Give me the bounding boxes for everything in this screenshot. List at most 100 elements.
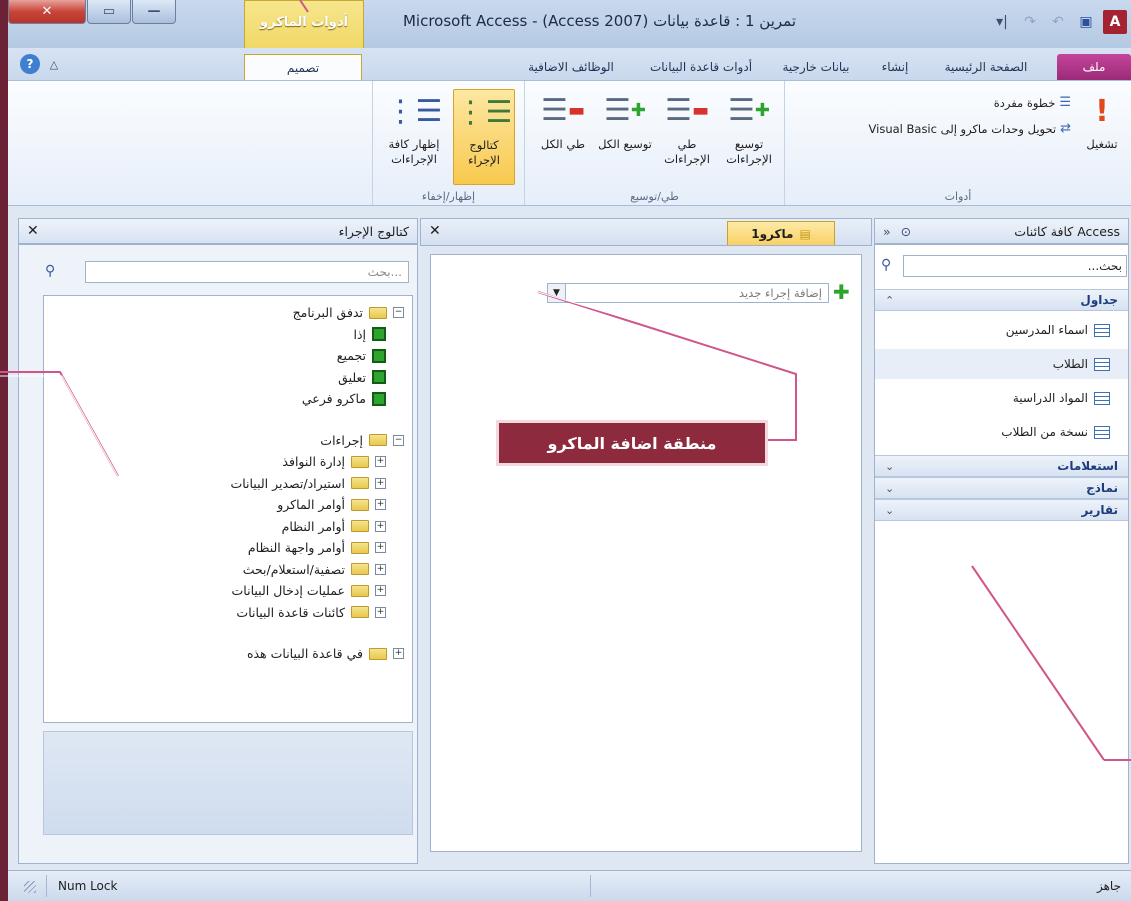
tree-node-label: أوامر واجهة النظام: [247, 540, 345, 556]
expand-icon[interactable]: +: [375, 563, 386, 575]
nav-search-icon[interactable]: ⚲: [881, 257, 891, 273]
action-icon: [372, 391, 386, 406]
nav-item-students-copy-table[interactable]: نسخة من الطلاب: [875, 417, 1128, 447]
tree-node-macro-commands[interactable]: + أوامر الماكرو: [52, 494, 404, 516]
tree-item-if[interactable]: إذا: [52, 324, 404, 346]
single-step-button[interactable]: ☰ خطوة مفردة: [994, 95, 1071, 110]
table-icon: [1094, 425, 1110, 439]
shutter-bar-icon[interactable]: »: [883, 224, 891, 239]
tree-item-group[interactable]: تجميع: [52, 345, 404, 367]
nav-group-tables[interactable]: جداول ⌃: [875, 289, 1128, 311]
redo-icon[interactable]: ↷: [1019, 11, 1041, 33]
add-new-action-combobox[interactable]: إضافة إجراء جديد ▼: [547, 283, 829, 303]
tree-item-comment[interactable]: تعليق: [52, 367, 404, 389]
tree-node-program-flow[interactable]: − تدفق البرنامج: [52, 302, 404, 324]
ribbon: ! تشغيل ☰ خطوة مفردة ⇄ تحويل وحدات ماكرو…: [8, 80, 1131, 206]
status-ready-text: جاهز: [1096, 879, 1121, 893]
expand-actions-button[interactable]: ☰ ✚ توسيع الإجراءات: [721, 89, 777, 185]
collapse-all-button[interactable]: ☰ ▬ طي الكل: [535, 89, 591, 185]
collapse-actions-button[interactable]: ☰ ▬ طي الإجراءات: [659, 89, 715, 185]
table-icon: [1094, 323, 1110, 337]
group-collapse-expand: ☰ ✚ توسيع الإجراءات ☰ ▬ طي الإجراءات ☰ ✚ تو…: [524, 81, 784, 205]
expand-icon[interactable]: +: [375, 585, 386, 597]
tree-node-actions[interactable]: − إجراءات: [52, 430, 404, 452]
run-button[interactable]: ! تشغيل: [1079, 89, 1125, 185]
tab-macro1[interactable]: ▤ ماكرو1: [727, 221, 835, 245]
nav-group-queries[interactable]: استعلامات ⌄: [875, 455, 1128, 477]
convert-label: تحويل وحدات ماكرو إلى Visual Basic: [868, 121, 1057, 136]
tree-node-label: إدارة النوافذ: [282, 454, 345, 470]
run-label: تشغيل: [1086, 137, 1118, 151]
macro-editor-pane: ✕ ▤ ماكرو1 ✚ إضافة إجراء جديد ▼: [420, 218, 872, 864]
ribbon-minimize-icon[interactable]: △: [44, 54, 64, 74]
qat-customize-icon[interactable]: ▾|: [991, 11, 1013, 33]
nav-group-reports[interactable]: تقارير ⌄: [875, 499, 1128, 521]
collapse-all-label: طي الكل: [540, 137, 586, 151]
catalog-search-icon[interactable]: ⚲: [45, 263, 55, 279]
nav-header-controls: » ⊙: [883, 224, 911, 239]
show-all-actions-button[interactable]: ⋮☰ إظهار كافة الإجراءات: [381, 89, 447, 185]
tree-node-ui-commands[interactable]: + أوامر واجهة النظام: [52, 537, 404, 559]
nav-title: كافة كائنات Access: [1014, 223, 1120, 239]
tab-design[interactable]: تصميم: [244, 54, 362, 80]
nav-item-subjects-table[interactable]: المواد الدراسية: [875, 383, 1128, 413]
save-icon[interactable]: ▣: [1075, 11, 1097, 33]
nav-item-label: الطلاب: [1052, 357, 1088, 371]
nav-menu-icon[interactable]: ⊙: [901, 224, 911, 239]
chevron-down-icon: ⌄: [885, 503, 895, 517]
tab-home[interactable]: الصفحة الرئيسية: [931, 54, 1041, 80]
nav-item-teachers-table[interactable]: اسماء المدرسين: [875, 315, 1128, 345]
expand-all-button[interactable]: ☰ ✚ توسيع الكل: [597, 89, 653, 185]
tree-node-filter-query-search[interactable]: + تصفية/استعلام/بحث: [52, 559, 404, 581]
close-document-icon[interactable]: ✕: [429, 223, 441, 239]
expand-icon[interactable]: +: [375, 477, 386, 489]
tree-item-label: تجميع: [336, 348, 366, 364]
action-catalog-button[interactable]: ⋮☰ كتالوج الإجراء: [453, 89, 515, 185]
catalog-close-icon[interactable]: ✕: [27, 223, 39, 239]
collapse-icon[interactable]: −: [393, 434, 404, 446]
tab-external-data[interactable]: بيانات خارجية: [771, 54, 861, 80]
tab-file[interactable]: ملف: [1057, 54, 1131, 80]
nav-group-forms[interactable]: نماذج ⌄: [875, 477, 1128, 499]
folder-icon: [369, 434, 387, 447]
resize-grip-icon[interactable]: [24, 881, 36, 893]
tree-item-submacro[interactable]: ماكرو فرعي: [52, 388, 404, 410]
nav-group-label: نماذج: [1086, 481, 1118, 495]
catalog-tree: − تدفق البرنامج إذا تجميع تعليق ماكرو فر…: [43, 295, 413, 723]
tree-node-system-commands[interactable]: + أوامر النظام: [52, 516, 404, 538]
help-icon[interactable]: ?: [20, 54, 40, 74]
tab-create[interactable]: إنشاء: [867, 54, 923, 80]
expand-icon[interactable]: +: [375, 542, 386, 554]
nav-search-input[interactable]: بحث...: [903, 255, 1127, 277]
tree-node-data-entry[interactable]: + عمليات إدخال البيانات: [52, 580, 404, 602]
tab-add-ins[interactable]: الوظائف الاضافية: [511, 54, 631, 80]
tree-node-in-this-database[interactable]: + في قاعدة البيانات هذه: [52, 643, 404, 665]
macro-design-area[interactable]: ✚ إضافة إجراء جديد ▼: [430, 254, 862, 852]
access-logo-icon[interactable]: A: [1103, 10, 1127, 34]
nav-item-students-table[interactable]: الطلاب: [875, 349, 1128, 379]
folder-icon: [351, 563, 369, 576]
tab-database-tools[interactable]: أدوات قاعدة البيانات: [641, 54, 761, 80]
add-action-plus-icon: ✚: [833, 280, 850, 304]
expand-icon[interactable]: +: [375, 606, 386, 618]
tree-node-label: أوامر النظام: [281, 518, 345, 534]
nav-header[interactable]: » ⊙ كافة كائنات Access: [874, 218, 1129, 244]
chevron-down-icon[interactable]: ▼: [548, 284, 566, 302]
expand-icon[interactable]: +: [375, 456, 386, 468]
expand-all-icon: ☰ ✚: [604, 93, 646, 128]
undo-icon[interactable]: ↶: [1047, 11, 1069, 33]
add-action-placeholder: إضافة إجراء جديد: [738, 286, 822, 300]
convert-macros-button[interactable]: ⇄ تحويل وحدات ماكرو إلى Visual Basic: [869, 121, 1071, 136]
tree-node-window-management[interactable]: + إدارة النوافذ: [52, 451, 404, 473]
catalog-search-input[interactable]: بحث...: [85, 261, 409, 283]
ribbon-tab-row: ملف الصفحة الرئيسية إنشاء بيانات خارجية …: [8, 48, 1131, 80]
collapse-all-icon: ☰ ▬: [541, 93, 585, 128]
expand-icon[interactable]: +: [393, 648, 404, 660]
collapse-icon[interactable]: −: [393, 307, 404, 319]
tree-node-import-export[interactable]: + استيراد/تصدير البيانات: [52, 473, 404, 495]
folder-icon: [351, 541, 369, 554]
tree-node-label: عمليات إدخال البيانات: [231, 583, 345, 599]
expand-icon[interactable]: +: [375, 499, 386, 511]
expand-icon[interactable]: +: [375, 520, 386, 532]
tree-node-database-objects[interactable]: + كائنات قاعدة البيانات: [52, 602, 404, 624]
